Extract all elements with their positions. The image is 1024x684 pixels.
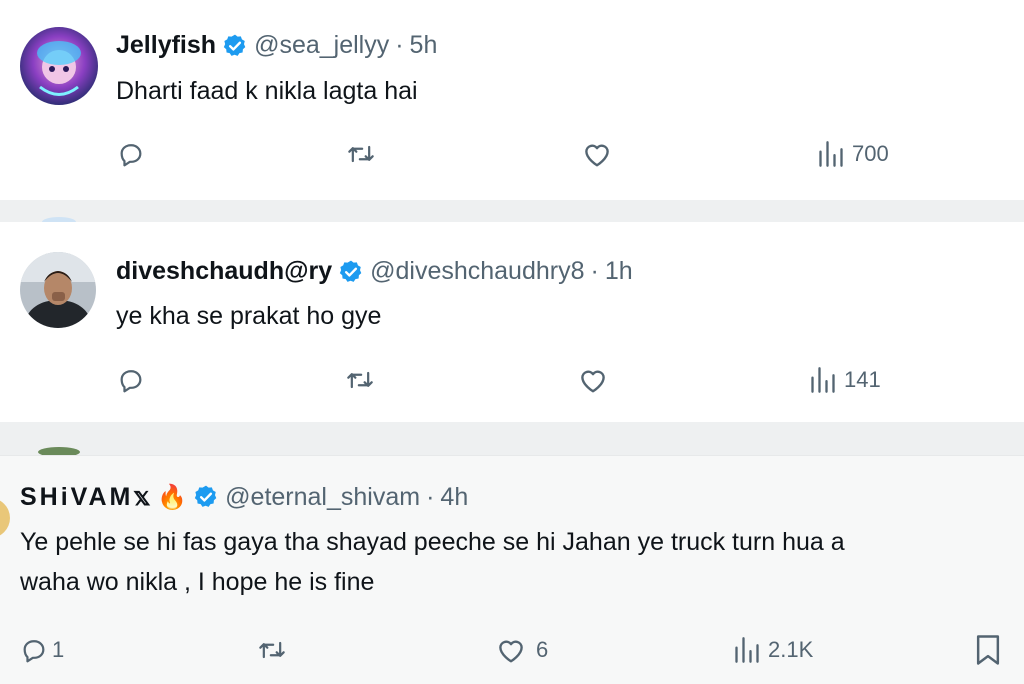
timestamp[interactable]: 5h xyxy=(410,31,438,60)
heart-icon xyxy=(499,640,523,663)
display-name[interactable]: Jellyfish xyxy=(116,31,216,60)
views-icon xyxy=(819,141,843,167)
views-count: 141 xyxy=(844,367,881,392)
reply-button[interactable] xyxy=(117,140,145,168)
avatar[interactable] xyxy=(20,27,98,105)
verified-badge-icon xyxy=(338,259,364,285)
handle[interactable]: @sea_jellyy xyxy=(254,31,389,60)
retweet-icon xyxy=(347,371,373,389)
bookmark-icon xyxy=(976,635,1000,665)
retweet-button[interactable] xyxy=(256,636,288,664)
heart-icon xyxy=(581,370,605,393)
tweet-text: ye kha se prakat ho gye xyxy=(116,302,382,330)
fire-icon: 🔥 xyxy=(157,483,188,511)
views-count: 2.1K xyxy=(768,637,814,662)
verified-badge-icon xyxy=(222,33,248,59)
tweet-text-line-2: waha wo nikla , I hope he is fine xyxy=(20,568,375,596)
avatar[interactable] xyxy=(20,252,96,328)
retweet-icon xyxy=(259,641,285,659)
views-button[interactable]: 141 xyxy=(810,366,881,394)
divider xyxy=(0,200,1024,222)
tweet-shivam[interactable]: SHiVAM𝕩 🔥 @eternal_shivam · 4h Ye pehle … xyxy=(0,455,1024,684)
reply-icon xyxy=(23,640,45,663)
retweet-icon xyxy=(348,145,374,163)
display-name[interactable]: SHiVAM𝕩 xyxy=(20,482,153,512)
reply-icon xyxy=(120,370,142,393)
like-button[interactable] xyxy=(578,366,608,394)
heart-icon xyxy=(585,144,609,167)
like-button[interactable] xyxy=(582,140,612,168)
bookmark-button[interactable] xyxy=(974,634,1002,666)
tweet-text: Dharti faad k nikla lagta hai xyxy=(116,77,418,105)
timestamp[interactable]: 4h xyxy=(440,483,468,512)
views-icon xyxy=(735,637,759,663)
views-button[interactable]: 2.1K xyxy=(734,636,813,664)
retweet-button[interactable] xyxy=(345,140,377,168)
views-icon xyxy=(811,367,835,393)
avatar[interactable] xyxy=(0,498,10,538)
views-count: 700 xyxy=(852,141,889,166)
divider xyxy=(0,422,1024,455)
reply-count: 1 xyxy=(52,637,65,662)
handle[interactable]: @eternal_shivam xyxy=(225,483,420,512)
reply-button[interactable]: 1 xyxy=(20,636,64,664)
tweet-diveshchaudhry[interactable]: diveshchaudh@ry @diveshchaudhry8 · 1h ye… xyxy=(0,222,1024,422)
separator-dot: · xyxy=(395,31,404,59)
like-count: 6 xyxy=(536,637,549,662)
display-name[interactable]: diveshchaudh@ry xyxy=(116,257,332,286)
like-button[interactable]: 6 xyxy=(496,636,548,664)
separator-dot: · xyxy=(426,482,435,511)
retweet-button[interactable] xyxy=(344,366,376,394)
reply-button[interactable] xyxy=(117,366,145,394)
handle[interactable]: @diveshchaudhry8 xyxy=(370,257,584,286)
verified-badge-icon xyxy=(193,484,219,510)
timestamp[interactable]: 1h xyxy=(605,257,633,286)
tweet-text-line-1: Ye pehle se hi fas gaya tha shayad peech… xyxy=(20,528,845,556)
views-button[interactable]: 700 xyxy=(818,140,889,168)
separator-dot: · xyxy=(590,257,599,285)
reply-icon xyxy=(120,144,142,167)
tweet-jellyfish[interactable]: Jellyfish @sea_jellyy · 5h Dharti faad k… xyxy=(0,0,1024,200)
